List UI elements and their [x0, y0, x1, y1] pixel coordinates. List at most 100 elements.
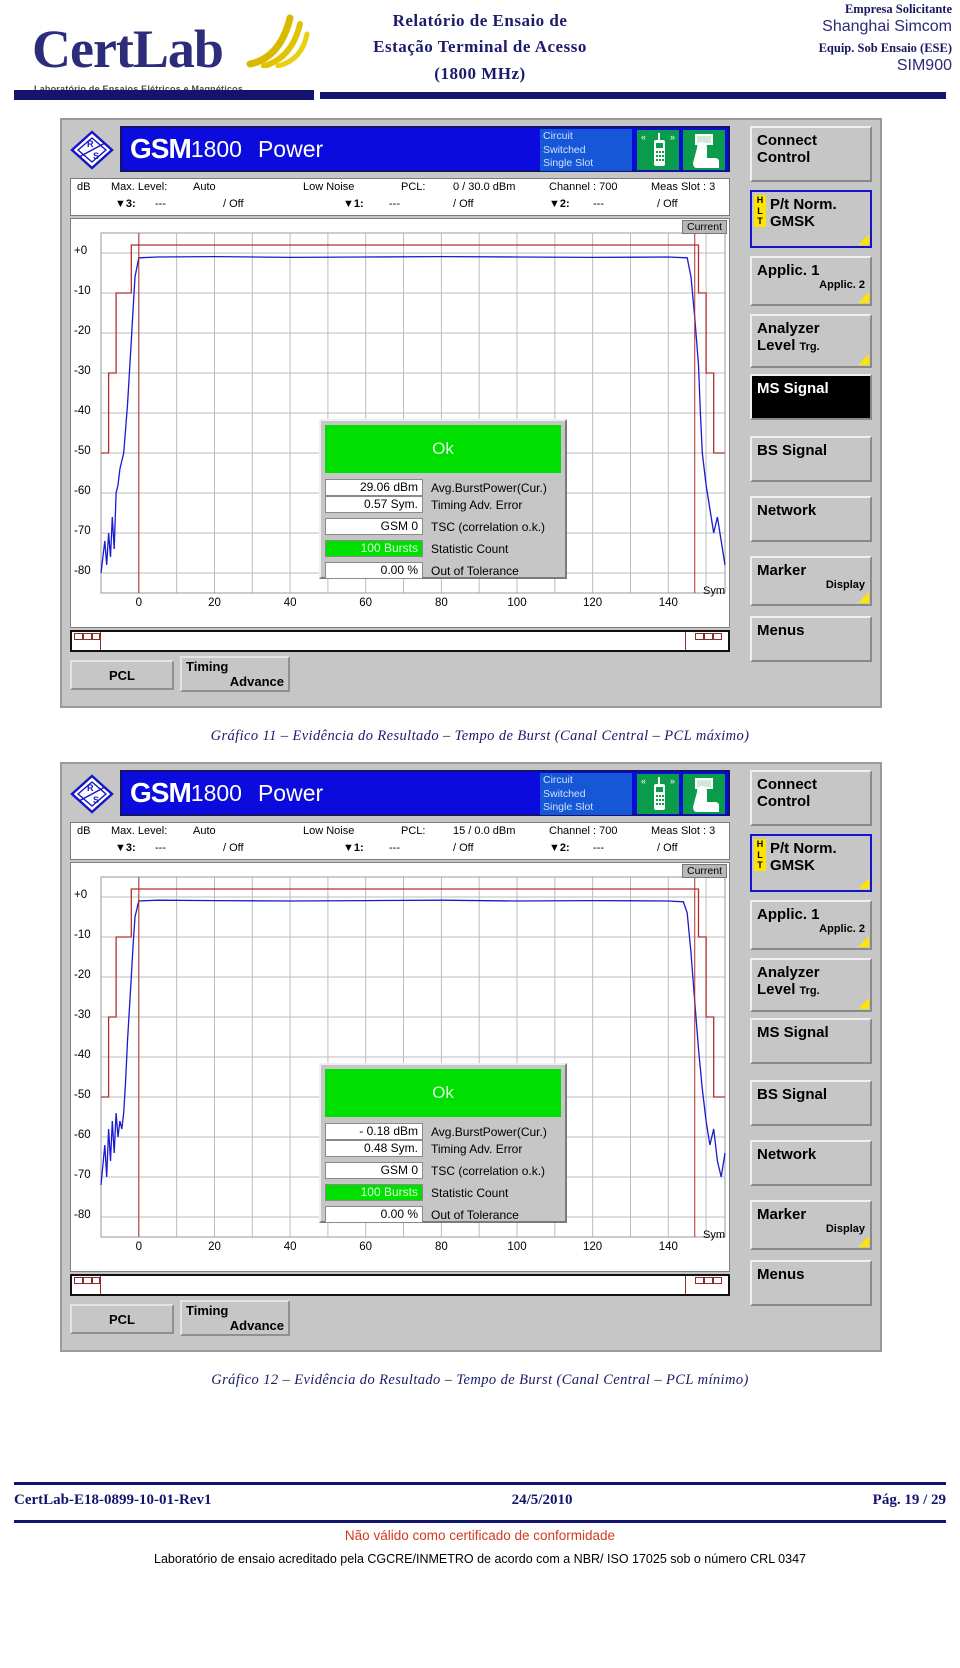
- rohde-schwarz-logo-icon: R S: [70, 130, 114, 170]
- max-level-off: / Off: [223, 198, 244, 210]
- hardkey-timing-advance[interactable]: Timing Advance: [180, 656, 290, 692]
- statistic-count-label: Statistic Count: [431, 1185, 509, 1200]
- statistic-count-value: 100 Bursts: [325, 1184, 423, 1201]
- softkey-menus[interactable]: Menus: [750, 616, 872, 662]
- softkey-marker-sublabel: Display: [825, 1223, 865, 1235]
- avg-burst-power-label: Avg.BurstPower(Cur.): [431, 1124, 547, 1139]
- softkey-marker-sublabel: Display: [825, 579, 865, 591]
- timing-adv-error-value: 0.57 Sym.: [325, 496, 423, 513]
- mode-title-bar: GSM 1800 Power Circuit Switched Single S…: [120, 770, 730, 816]
- svg-text:R: R: [87, 783, 94, 793]
- footer-doc-id: CertLab-E18-0899-10-01-Rev1: [14, 1492, 212, 1508]
- pcl-value: 15 / 0.0 dBm: [453, 825, 516, 837]
- manual-control-hand-icon: [682, 129, 726, 171]
- x-axis-tick: 20: [208, 1241, 221, 1253]
- avg-burst-power-value: - 0.18 dBm: [325, 1123, 423, 1140]
- softkey-analyzer[interactable]: Analyzer Level Trg.: [750, 958, 872, 1012]
- softkey-p-t-norm[interactable]: H L T P/t Norm. GMSK: [750, 190, 872, 248]
- softkey-ms-signal[interactable]: MS Signal: [750, 1018, 872, 1064]
- result-row: - 0.18 dBm Avg.BurstPower(Cur.): [325, 1123, 561, 1140]
- marker-3-icon: ▼3:: [115, 198, 136, 210]
- y-axis-tick: -70: [74, 1169, 91, 1181]
- x-axis-tick: 40: [283, 597, 297, 609]
- result-row: 100 Bursts Statistic Count: [325, 540, 561, 557]
- hardkey-pcl-label: PCL: [109, 1311, 135, 1327]
- instrument-screenshot-1: R S GSM 1800 Power Circuit Switched Sing…: [60, 118, 882, 708]
- result-row: 0.57 Sym. Timing Adv. Error: [325, 496, 561, 513]
- param-row-bottom: ▼3: --- / Off ▼1: --- / Off ▼2: --- / Of…: [71, 198, 729, 216]
- tsc-value: GSM 0: [325, 1162, 423, 1179]
- report-title: Relatório de Ensaio de Estação Terminal …: [310, 8, 650, 87]
- result-row: GSM 0 TSC (correlation o.k.): [325, 518, 561, 535]
- connection-mode-line3: Single Slot: [543, 801, 594, 814]
- statistic-count-label: Statistic Count: [431, 541, 509, 556]
- softkey-applic-1-sublabel: Applic. 2: [819, 279, 865, 291]
- out-of-tolerance-label: Out of Tolerance: [431, 1207, 519, 1222]
- footer-meta: CertLab-E18-0899-10-01-Rev1 24/5/2010 Pá…: [14, 1492, 946, 1509]
- softkey-analyzer[interactable]: Analyzer Level Trg.: [750, 314, 872, 368]
- hardkey-pcl[interactable]: PCL: [70, 1304, 174, 1334]
- y-axis-tick: -70: [74, 525, 91, 537]
- max-level-dash: ---: [155, 842, 166, 854]
- channel-off: / Off: [657, 842, 678, 854]
- softkey-marker[interactable]: Marker Display: [750, 556, 872, 606]
- result-row: 100 Bursts Statistic Count: [325, 1184, 561, 1201]
- softkey-corner-marker: [858, 998, 869, 1009]
- low-noise-label: Low Noise: [303, 181, 355, 193]
- softkey-bs-signal[interactable]: BS Signal: [750, 1080, 872, 1126]
- svg-text:»: »: [670, 776, 675, 786]
- measurement-result-dialog: Ok 29.06 dBm Avg.BurstPower(Cur.) 0.57 S…: [319, 419, 567, 579]
- measurement-name: Power: [257, 779, 324, 806]
- x-axis-tick: 80: [434, 1241, 448, 1253]
- out-of-tolerance-value: 0.00 %: [325, 1206, 423, 1223]
- footer-divider-2: [14, 1520, 946, 1523]
- footer-warning: Não válido como certificado de conformid…: [344, 1528, 616, 1543]
- client-label: Empresa Solicitante: [844, 2, 952, 16]
- system-name: GSM: [130, 777, 192, 808]
- timeslot-bar: [70, 1274, 730, 1296]
- x-axis-tick: 40: [283, 1241, 297, 1253]
- timing-adv-error-label: Timing Adv. Error: [431, 1141, 523, 1156]
- softkey-ms-signal[interactable]: MS Signal: [750, 374, 872, 420]
- report-title-line2: Estação Terminal de Acesso: [373, 37, 587, 57]
- softkey-analyzer-label: Analyzer: [757, 964, 820, 981]
- connection-mode-line1: Circuit: [543, 130, 573, 142]
- y-axis-tick: -80: [74, 1209, 91, 1221]
- hardkey-timing-advance[interactable]: Timing Advance: [180, 1300, 290, 1336]
- softkey-connect[interactable]: Connect Control: [750, 126, 872, 182]
- channel-off: / Off: [657, 198, 678, 210]
- avg-burst-power-label: Avg.BurstPower(Cur.): [431, 480, 547, 495]
- system-name: GSM: [130, 133, 192, 164]
- softkey-p-t-norm-sublabel: GMSK: [770, 213, 815, 230]
- softkey-bs-signal[interactable]: BS Signal: [750, 436, 872, 482]
- manual-control-hand-icon: [682, 773, 726, 815]
- eut-model: SIM900: [896, 57, 952, 74]
- softkey-applic-1[interactable]: Applic. 1 Applic. 2: [750, 900, 872, 950]
- x-axis-tick: 60: [359, 1241, 373, 1253]
- marker-1-icon: ▼1:: [343, 842, 364, 854]
- y-axis-tick: -20: [74, 325, 91, 337]
- y-axis-tick: +0: [74, 889, 88, 901]
- softkey-network[interactable]: Network: [750, 496, 872, 542]
- hlt-indicator: HLT: [754, 839, 766, 871]
- y-axis-tick: -80: [74, 565, 91, 577]
- softkey-analyzer-sublabel: Level Trg.: [757, 981, 820, 998]
- softkey-applic-1-sublabel: Applic. 2: [819, 923, 865, 935]
- x-axis-tick: 140: [658, 1241, 678, 1253]
- channel-label: Channel : 700: [549, 181, 618, 193]
- hardkey-pcl[interactable]: PCL: [70, 660, 174, 690]
- instrument-titlebar: R S GSM 1800 Power Circuit Switched Sing…: [70, 770, 730, 818]
- softkey-p-t-norm-label: P/t Norm.: [770, 196, 837, 213]
- timing-adv-error-value: 0.48 Sym.: [325, 1140, 423, 1157]
- softkey-applic-1[interactable]: Applic. 1 Applic. 2: [750, 256, 872, 306]
- x-axis-tick: 100: [507, 597, 527, 609]
- timing-adv-error-label: Timing Adv. Error: [431, 497, 523, 512]
- softkey-connect[interactable]: Connect Control: [750, 770, 872, 826]
- softkey-marker[interactable]: Marker Display: [750, 1200, 872, 1250]
- tsc-label: TSC (correlation o.k.): [431, 1163, 546, 1178]
- certlab-logo: CertLab Laboratório de Ensaios Elétricos…: [18, 8, 310, 94]
- x-axis-tick: 20: [208, 597, 221, 609]
- softkey-menus[interactable]: Menus: [750, 1260, 872, 1306]
- softkey-p-t-norm[interactable]: H L T P/t Norm. GMSK: [750, 834, 872, 892]
- softkey-network[interactable]: Network: [750, 1140, 872, 1186]
